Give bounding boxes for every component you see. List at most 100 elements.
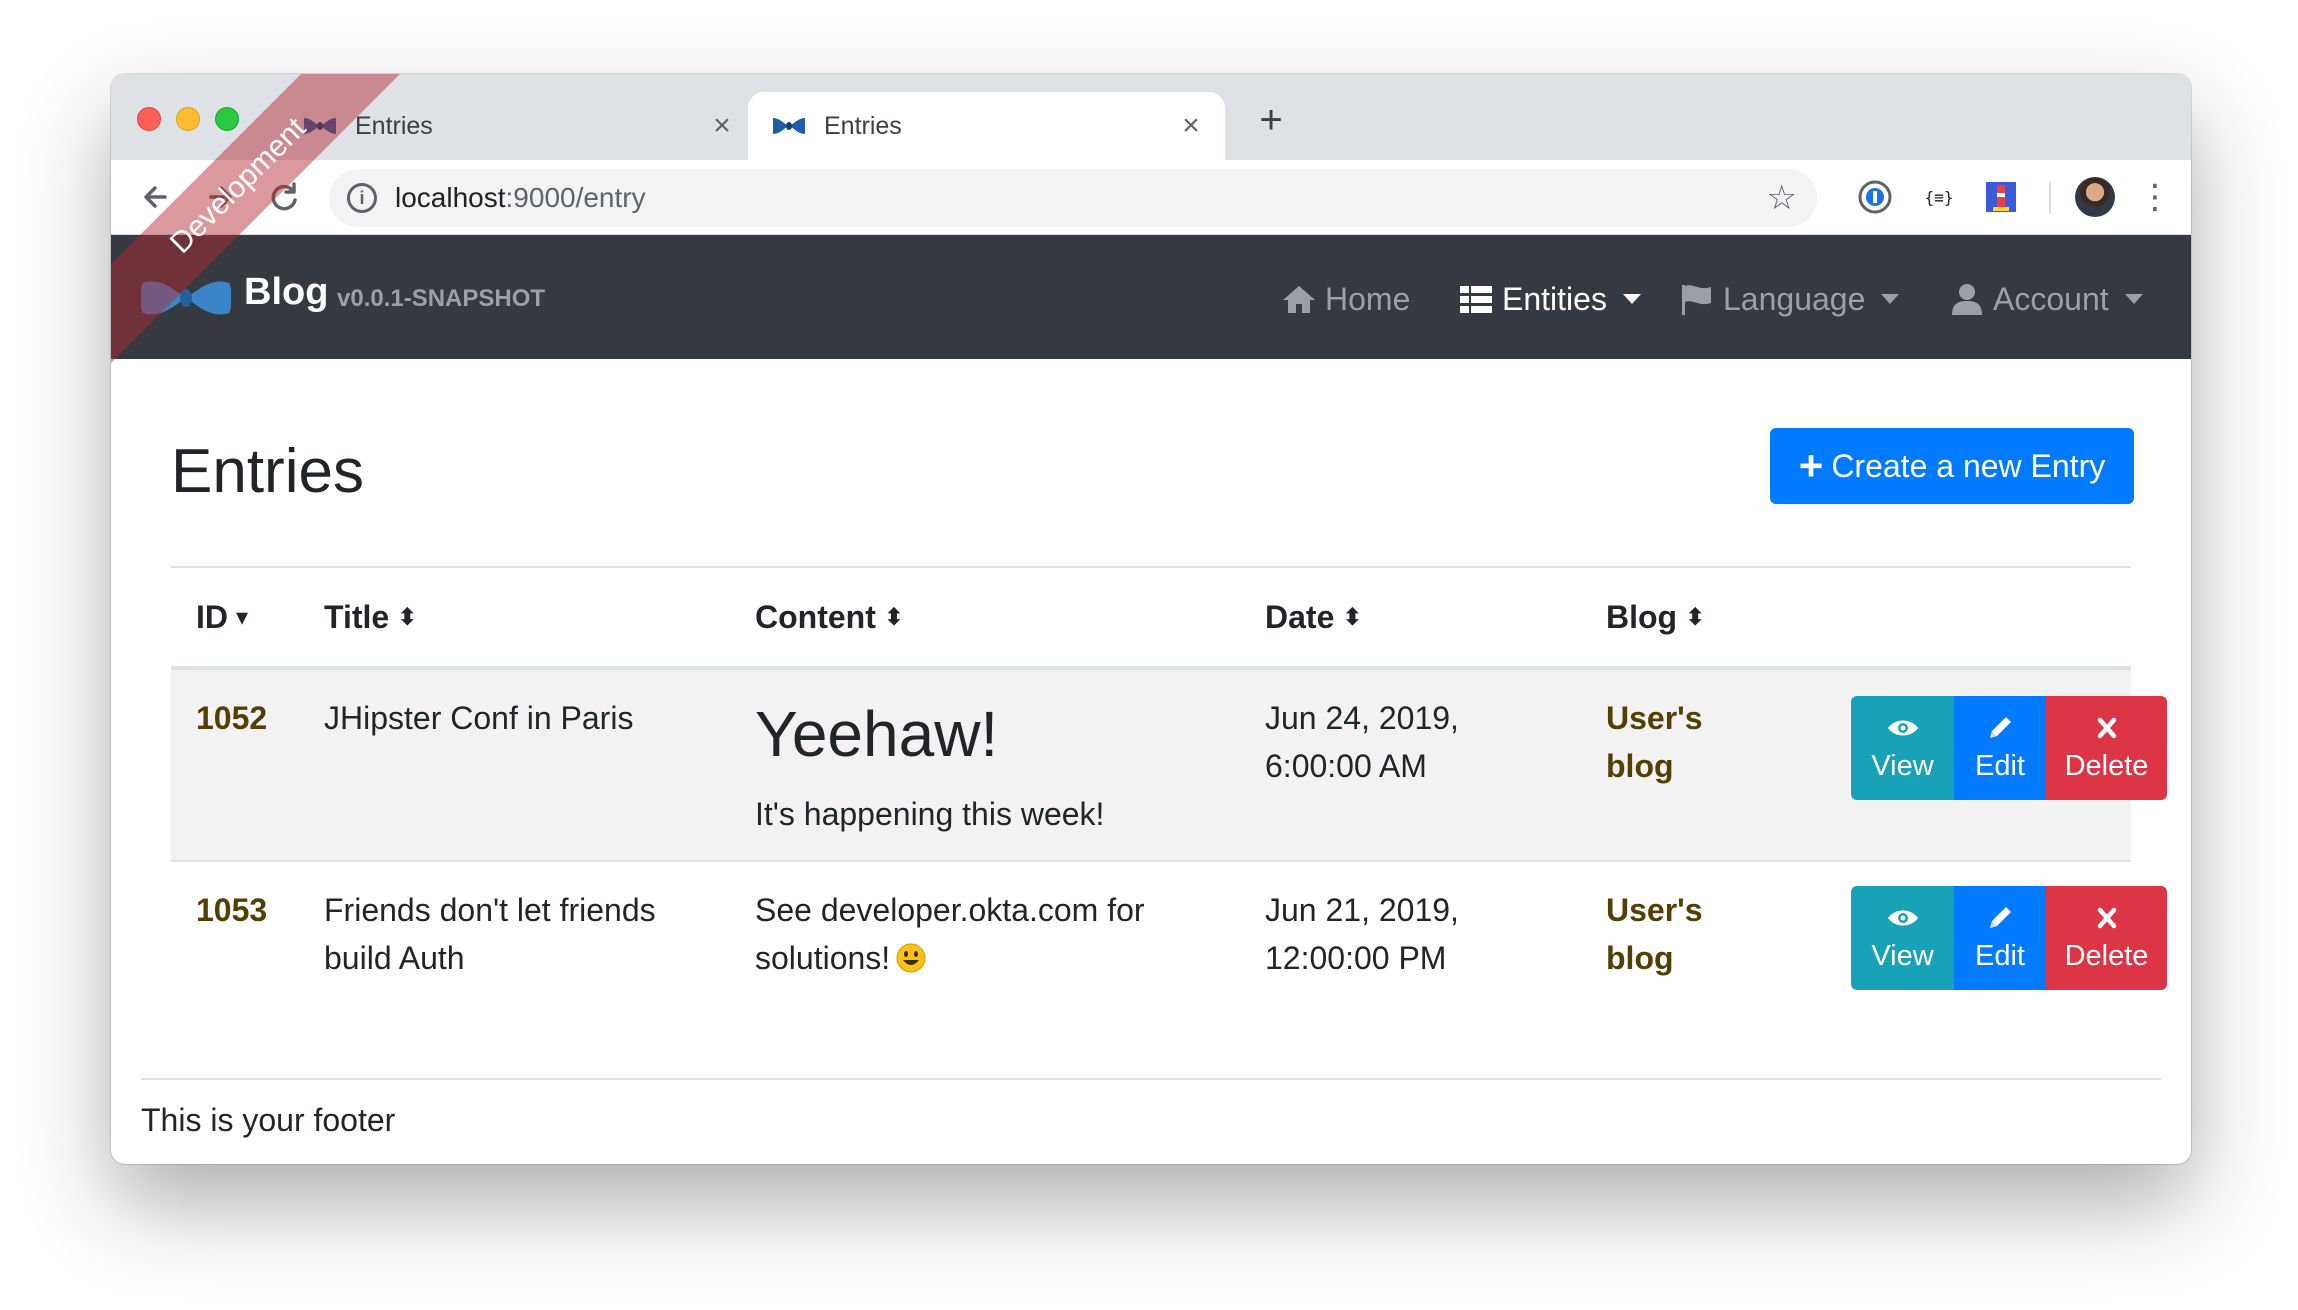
browser-tab-2[interactable]: Entries × xyxy=(748,92,1225,160)
entry-date-line-1: Jun 24, 2019, xyxy=(1265,700,1459,736)
entry-title: JHipster Conf in Paris xyxy=(324,700,634,736)
brand-title[interactable]: Blog xyxy=(244,271,328,314)
entry-id-link[interactable]: 1053 xyxy=(196,886,267,934)
column-header-label: ID xyxy=(196,599,228,635)
new-tab-plus-icon[interactable]: + xyxy=(1251,100,1291,140)
row-actions: View Edit Delete xyxy=(1851,886,2167,990)
nav-account[interactable]: Account xyxy=(1949,277,2143,321)
kebab-menu-icon[interactable]: ⋮ xyxy=(2138,176,2172,218)
plus-icon: + xyxy=(1798,442,1824,489)
maximize-window-button[interactable] xyxy=(215,107,239,131)
nav-home-label: Home xyxy=(1325,280,1411,317)
bookmark-star-icon[interactable]: ☆ xyxy=(1767,178,1797,218)
eye-icon xyxy=(1887,910,1918,925)
address-bar[interactable]: i localhost:9000/entry ☆ xyxy=(329,169,1817,227)
tab-title: Entries xyxy=(824,111,902,140)
column-header-label: Title xyxy=(324,599,390,635)
entry-blog-link[interactable]: User's xyxy=(1606,886,1703,934)
entry-blog-link[interactable]: User's xyxy=(1606,694,1703,742)
minimize-window-button[interactable] xyxy=(176,107,200,131)
pencil-icon xyxy=(1990,716,2011,738)
entry-date-line-1: Jun 21, 2019, xyxy=(1265,892,1459,928)
entry-id-link[interactable]: 1052 xyxy=(196,694,267,742)
tab-title: Entries xyxy=(355,111,433,140)
close-tab-icon[interactable]: × xyxy=(708,111,736,141)
nav-account-label: Account xyxy=(1993,280,2109,317)
table-row: 1052 JHipster Conf in Paris Yeehaw! It's… xyxy=(171,670,2167,862)
entry-title-line-1: Friends don't let friends xyxy=(324,892,656,928)
column-header-id[interactable]: ID ▾ xyxy=(196,599,248,636)
view-label: View xyxy=(1871,749,1934,782)
user-icon xyxy=(1952,284,1982,315)
column-header-label: Date xyxy=(1265,599,1335,635)
create-entry-button[interactable]: + Create a new Entry xyxy=(1770,428,2134,504)
sort-icon: ⬍ xyxy=(397,604,418,631)
svg-text:{≡}: {≡} xyxy=(1925,188,1954,207)
column-header-blog[interactable]: Blog ⬍ xyxy=(1606,599,1705,636)
entry-content-text: solutions! xyxy=(755,940,891,976)
delete-button[interactable]: Delete xyxy=(2046,696,2167,800)
delete-label: Delete xyxy=(2064,749,2149,782)
entry-date-line-2: 6:00:00 AM xyxy=(1265,748,1427,784)
toolbar-separator xyxy=(2049,182,2051,214)
sort-desc-icon: ▾ xyxy=(236,604,249,631)
flag-icon xyxy=(1682,285,1711,315)
entry-blog-link[interactable]: blog xyxy=(1606,742,1674,790)
delete-button[interactable]: Delete xyxy=(2046,886,2167,990)
tab-strip: Entries × Entries × + xyxy=(111,74,2191,160)
entry-title-line-2: build Auth xyxy=(324,940,465,976)
url-text: localhost:9000/entry xyxy=(395,182,646,214)
close-tab-icon[interactable]: × xyxy=(1177,111,1205,141)
footer-divider xyxy=(141,1078,2161,1080)
url-host: localhost xyxy=(395,182,506,213)
chevron-down-icon xyxy=(2124,294,2143,304)
sort-icon: ⬍ xyxy=(883,604,904,631)
column-header-content[interactable]: Content ⬍ xyxy=(755,599,904,636)
sort-icon: ⬍ xyxy=(1342,604,1363,631)
footer-text: This is your footer xyxy=(141,1102,396,1138)
site-info-icon[interactable]: i xyxy=(347,183,377,213)
table-row: 1053 Friends don't let friends build Aut… xyxy=(171,862,2167,1052)
close-x-icon xyxy=(2097,907,2116,928)
edit-button[interactable]: Edit xyxy=(1954,886,2046,990)
delete-label: Delete xyxy=(2064,939,2149,972)
edit-button[interactable]: Edit xyxy=(1954,696,2046,800)
nav-entities[interactable]: Entities xyxy=(1458,277,1641,321)
lighthouse-extension-icon[interactable] xyxy=(1983,179,2019,215)
entry-date-line-2: 12:00:00 PM xyxy=(1265,940,1447,976)
edit-label: Edit xyxy=(1975,939,2025,972)
close-x-icon xyxy=(2097,717,2116,738)
entry-content-heading: Yeehaw! xyxy=(755,698,999,770)
create-entry-label: Create a new Entry xyxy=(1831,447,2106,484)
column-header-date[interactable]: Date ⬍ xyxy=(1265,599,1362,636)
nav-language[interactable]: Language xyxy=(1679,277,1900,321)
row-actions: View Edit Delete xyxy=(1851,696,2167,800)
nav-language-label: Language xyxy=(1723,280,1866,317)
eye-icon xyxy=(1887,720,1918,735)
view-label: View xyxy=(1871,939,1934,972)
column-header-title[interactable]: Title ⬍ xyxy=(324,599,417,636)
home-icon xyxy=(1283,286,1315,313)
url-path: :9000/entry xyxy=(505,182,646,213)
view-button[interactable]: View xyxy=(1851,696,1954,800)
entry-content-text: It's happening this week! xyxy=(755,796,1105,832)
json-formatter-extension-icon[interactable]: {≡} xyxy=(1921,179,1957,215)
column-header-label: Content xyxy=(755,599,876,635)
chevron-down-icon xyxy=(1881,294,1900,304)
browser-toolbar: i localhost:9000/entry ☆ {≡} ⋮ xyxy=(111,160,2191,235)
chevron-down-icon xyxy=(1622,294,1641,304)
pencil-icon xyxy=(1990,906,2011,928)
profile-avatar[interactable] xyxy=(2075,177,2115,217)
column-header-label: Blog xyxy=(1606,599,1678,635)
close-window-button[interactable] xyxy=(137,107,161,131)
password-manager-extension-icon[interactable] xyxy=(1857,179,1893,215)
page-title: Entries xyxy=(171,437,364,506)
view-button[interactable]: View xyxy=(1851,886,1954,990)
smiley-emoji-icon xyxy=(896,943,926,973)
list-icon xyxy=(1460,286,1492,313)
nav-home[interactable]: Home xyxy=(1281,277,1410,321)
jhipster-favicon-icon xyxy=(773,118,805,134)
sort-icon: ⬍ xyxy=(1685,604,1706,631)
entry-blog-link[interactable]: blog xyxy=(1606,934,1674,982)
entry-content-line-2: solutions! xyxy=(755,934,926,982)
